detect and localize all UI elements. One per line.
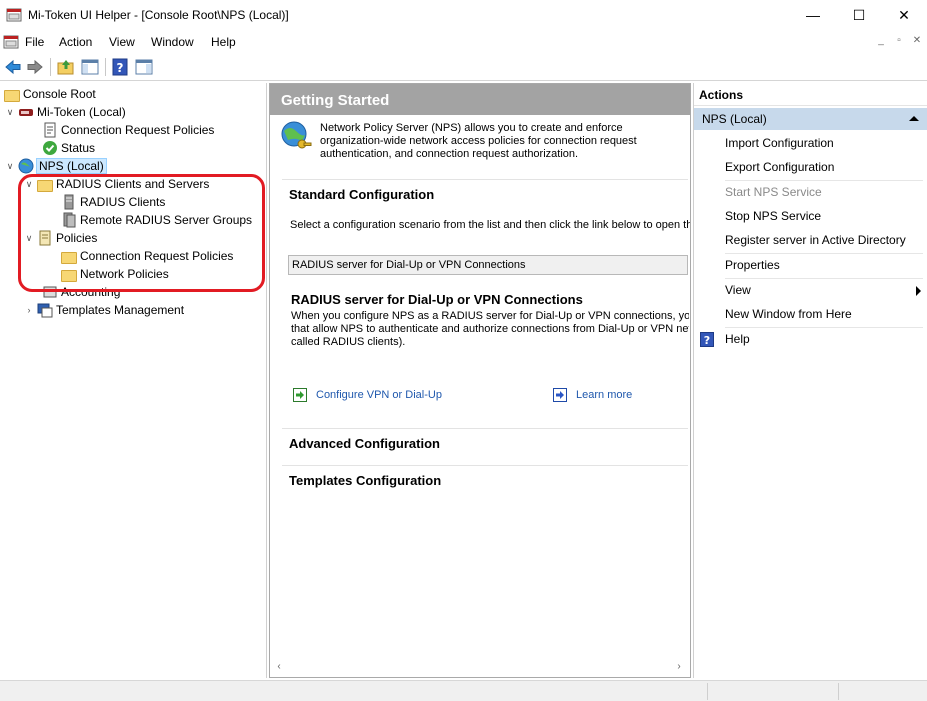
scenario-desc-line-1: When you configure NPS as a RADIUS serve… <box>291 310 689 322</box>
policy-document-icon <box>44 122 56 138</box>
tree-label: Mi-Token (Local) <box>37 105 126 119</box>
up-folder-icon[interactable] <box>56 57 76 77</box>
nps-globe-icon <box>18 158 34 174</box>
status-check-icon <box>43 141 57 155</box>
tree-label: Connection Request Policies <box>61 123 215 137</box>
help-icon: ? <box>700 332 714 347</box>
scenario-title: RADIUS server for Dial-Up or VPN Connect… <box>291 292 583 307</box>
actions-pane: Actions NPS (Local) Import Configuration… <box>693 83 927 678</box>
tree-label: NPS (Local) <box>36 158 107 174</box>
learn-more-link-row[interactable]: Learn more <box>553 387 632 403</box>
console-menu-icon[interactable] <box>3 34 19 50</box>
submenu-arrow-icon <box>916 286 921 296</box>
scenario-desc-line-2: that allow NPS to authenticate and autho… <box>291 323 689 335</box>
scenario-desc-line-3: called RADIUS clients). <box>291 336 406 348</box>
learn-more-link[interactable]: Learn more <box>576 389 632 401</box>
window-title: Mi-Token UI Helper - [Console Root\NPS (… <box>28 8 289 22</box>
tree-item-mitoken-status[interactable]: Status <box>42 139 95 157</box>
configure-vpn-link-row[interactable]: Configure VPN or Dial-Up <box>293 387 442 403</box>
action-divider <box>725 180 923 181</box>
help-icon[interactable]: ? <box>110 57 130 77</box>
scroll-right-icon[interactable]: › <box>672 660 686 674</box>
status-divider <box>838 683 839 700</box>
nps-globe-key-icon <box>281 121 312 149</box>
tree-item-mitoken-connection-request-policies[interactable]: Connection Request Policies <box>42 121 214 139</box>
collapse-caret-icon[interactable] <box>909 116 919 121</box>
console-tree: Console Root ∨ Mi-Token (Local) Connecti… <box>0 83 267 678</box>
mdi-restore-button[interactable]: ▫ <box>890 33 908 49</box>
action-import-configuration[interactable]: Import Configuration <box>725 136 923 154</box>
action-properties[interactable]: Properties <box>725 258 923 276</box>
svg-text:?: ? <box>704 334 710 347</box>
action-start-nps-service[interactable]: Start NPS Service <box>725 185 923 203</box>
action-new-window[interactable]: New Window from Here <box>725 307 923 325</box>
green-arrow-icon <box>293 388 307 402</box>
standard-configuration-description: Select a configuration scenario from the… <box>290 219 690 231</box>
tree-item-templates-management[interactable]: › Templates Management <box>23 301 184 319</box>
mdi-close-button[interactable]: ✕ <box>908 33 926 49</box>
tree-item-console-root[interactable]: Console Root <box>4 85 96 103</box>
title-bar: Mi-Token UI Helper - [Console Root\NPS (… <box>0 0 927 31</box>
back-arrow-icon[interactable] <box>3 57 23 77</box>
action-view[interactable]: View <box>725 283 923 301</box>
actions-group-label: NPS (Local) <box>702 112 767 126</box>
action-divider <box>725 253 923 254</box>
intro-description: Network Policy Server (NPS) allows you t… <box>320 122 637 160</box>
status-divider <box>707 683 708 700</box>
scenario-select[interactable]: RADIUS server for Dial-Up or VPN Connect… <box>288 255 688 275</box>
tree-item-mitoken[interactable]: ∨ Mi-Token (Local) <box>4 103 126 121</box>
tree-label: Templates Management <box>56 303 185 317</box>
show-hide-tree-icon[interactable] <box>80 57 100 77</box>
menu-view[interactable]: View <box>109 35 135 49</box>
tree-item-nps-local[interactable]: ∨ NPS (Local) <box>4 157 107 175</box>
menu-file[interactable]: File <box>25 35 44 49</box>
advanced-configuration-header[interactable]: Advanced Configuration <box>282 428 688 456</box>
forward-arrow-icon[interactable] <box>25 57 45 77</box>
highlight-annotation-box <box>18 174 265 292</box>
templates-configuration-header[interactable]: Templates Configuration <box>282 465 688 493</box>
action-divider <box>725 278 923 279</box>
scroll-left-icon[interactable]: ‹ <box>272 660 286 674</box>
toolbar-separator <box>105 58 106 76</box>
getting-started-pane: Getting Started Network Policy Server (N… <box>269 83 691 678</box>
svg-text:?: ? <box>117 61 124 75</box>
minimize-button[interactable]: — <box>790 0 836 31</box>
blue-arrow-icon <box>553 388 567 402</box>
getting-started-header: Getting Started <box>270 84 690 115</box>
status-bar <box>0 680 927 701</box>
actions-header: Actions <box>694 83 927 106</box>
app-icon[interactable] <box>6 7 22 23</box>
maximize-button[interactable]: ☐ <box>836 0 882 31</box>
action-register-server[interactable]: Register server in Active Directory <box>725 233 923 251</box>
action-help[interactable]: Help <box>725 332 923 350</box>
folder-icon <box>4 90 20 102</box>
toolbar-separator <box>50 58 51 76</box>
action-stop-nps-service[interactable]: Stop NPS Service <box>725 209 923 227</box>
tree-label: Status <box>61 141 96 155</box>
tree-label: Console Root <box>23 87 96 101</box>
actions-group-nps-local[interactable]: NPS (Local) <box>694 108 927 130</box>
mdi-minimize-button[interactable]: _ <box>872 33 890 49</box>
mitoken-icon <box>19 109 33 116</box>
action-export-configuration[interactable]: Export Configuration <box>725 160 923 178</box>
menu-action[interactable]: Action <box>59 35 92 49</box>
close-button[interactable]: ✕ <box>881 0 927 31</box>
templates-icon <box>37 303 53 318</box>
toolbar: ? <box>0 53 927 81</box>
show-hide-action-pane-icon[interactable] <box>134 57 154 77</box>
menu-help[interactable]: Help <box>211 35 236 49</box>
menu-bar: File Action View Window Help _ ▫ ✕ <box>0 31 927 53</box>
collapse-chevron-icon[interactable]: ∨ <box>4 161 16 172</box>
expand-chevron-icon[interactable]: › <box>23 305 35 315</box>
menu-window[interactable]: Window <box>151 35 194 49</box>
horizontal-scrollbar[interactable]: ‹ › <box>270 658 690 676</box>
configure-vpn-link[interactable]: Configure VPN or Dial-Up <box>316 389 442 401</box>
collapse-chevron-icon[interactable]: ∨ <box>4 107 16 118</box>
action-divider <box>725 327 923 328</box>
standard-configuration-header[interactable]: Standard Configuration <box>282 179 688 207</box>
scenario-description: When you configure NPS as a RADIUS serve… <box>291 310 689 349</box>
